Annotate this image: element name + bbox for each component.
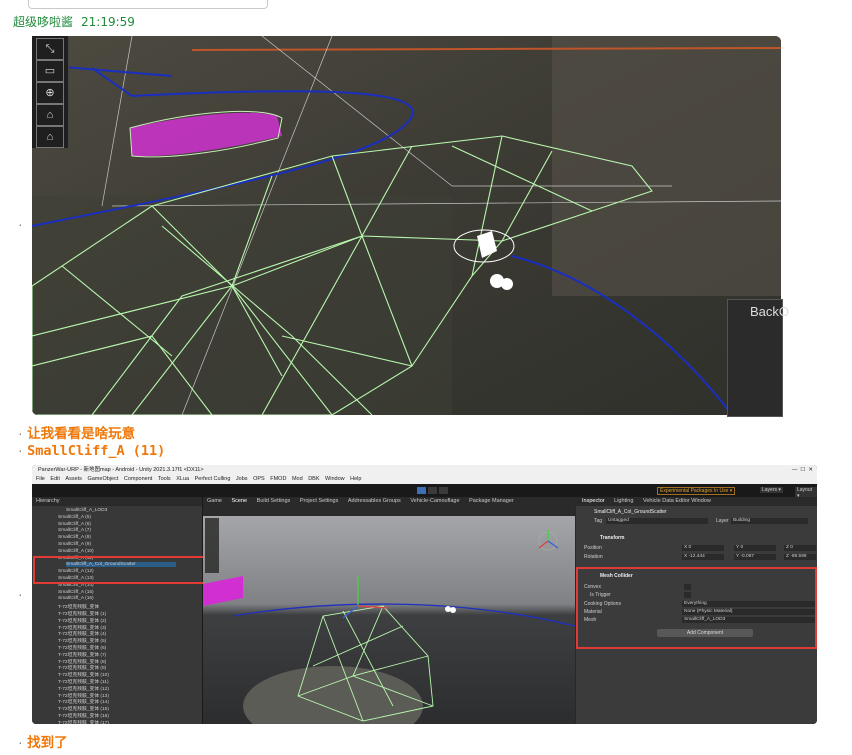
tab-vehicle-data-editor[interactable]: Vehicle Data Editor Window <box>643 498 711 504</box>
menu-tools[interactable]: Tools <box>158 476 171 482</box>
position-y-field[interactable]: Y 0 <box>734 545 776 551</box>
menu-xlua[interactable]: XLua <box>176 476 189 482</box>
experimental-packages-badge[interactable]: Experimental Packages In Use ▾ <box>657 487 736 495</box>
chat-message: · SmallCliff_A (11) <box>18 442 165 460</box>
menu-bar: File Edit Assets GameObject Component To… <box>32 475 817 484</box>
hierarchy-item[interactable]: SmallCliff_A (9) <box>58 542 91 547</box>
window-title-bar: PanzerWar-URP - 新地图map - Android - Unity… <box>32 465 817 475</box>
message-time: 21:19:59 <box>81 15 135 29</box>
rotation-x-field[interactable]: X -12.444 <box>682 554 724 560</box>
layer-label: Layer <box>716 518 729 524</box>
menu-perfect-culling[interactable]: Perfect Culling <box>195 476 231 482</box>
window-title: PanzerWar-URP - 新地图map - Android - Unity… <box>38 467 204 473</box>
tab-inspector[interactable]: Inspector <box>582 498 605 504</box>
window-controls-icon[interactable]: — ☐ ✕ <box>792 465 813 475</box>
rotation-label: Rotation <box>584 554 603 560</box>
hierarchy-item[interactable]: SmallCliff_A (5) <box>58 515 91 520</box>
object-name-field[interactable]: SmallCliff_A_Col_GroundScatter <box>594 509 667 515</box>
scene-view-panel[interactable]: Game Scene Build Settings Project Settin… <box>203 497 575 724</box>
list-bullet: · <box>18 442 23 458</box>
layer-dropdown[interactable]: Building <box>731 518 808 524</box>
message-header: 超级哆啦酱 21:19:59 <box>13 13 135 30</box>
highlight-box <box>33 556 217 584</box>
position-z-field[interactable]: Z 0 <box>784 545 816 551</box>
hierarchy-item[interactable]: SmallCliff_A_LOD3 <box>66 508 107 513</box>
tab-game[interactable]: Game <box>207 498 222 504</box>
transform-tool-icon[interactable]: ⊕ <box>36 82 64 104</box>
custom-tool-icon[interactable]: ⌂ <box>36 104 64 126</box>
hierarchy-item[interactable]: SmallCliff_A (16) <box>58 596 94 601</box>
menu-ops[interactable]: OPS <box>253 476 265 482</box>
message-text: SmallCliff_A (11) <box>27 443 166 459</box>
tag-dropdown[interactable]: Untagged <box>606 518 708 524</box>
menu-mod[interactable]: Mod <box>292 476 303 482</box>
menu-jobs[interactable]: Jobs <box>236 476 248 482</box>
menu-dbk[interactable]: DBK <box>308 476 319 482</box>
tab-project-settings[interactable]: Project Settings <box>300 498 339 504</box>
inspector-panel: Inspector Lighting Vehicle Data Editor W… <box>576 497 817 724</box>
scene-view-render <box>203 506 575 724</box>
tab-scene[interactable]: Scene <box>232 498 248 504</box>
tab-addressables[interactable]: Addressables Groups <box>348 498 401 504</box>
scale-tool-icon[interactable]: ⤡ <box>36 38 64 60</box>
overlay-panel[interactable]: BackO <box>727 299 790 417</box>
step-button[interactable] <box>439 487 448 494</box>
transform-header[interactable]: Transform <box>600 535 624 541</box>
unity-editor-screenshot-image[interactable]: PanzerWar-URP - 新地图map - Android - Unity… <box>32 465 817 724</box>
tab-vehicle-camouflage[interactable]: Vehicle-Camouflage <box>410 498 459 504</box>
position-x-field[interactable]: X 0 <box>682 545 724 551</box>
highlight-box <box>576 567 817 649</box>
list-bullet: · <box>18 425 23 441</box>
chat-message: · 找到了 <box>18 731 68 752</box>
scene-wireframe-render <box>32 36 781 415</box>
hierarchy-item[interactable]: SmallCliff_A (7) <box>58 528 91 533</box>
menu-help[interactable]: Help <box>350 476 361 482</box>
rect-tool-icon[interactable]: ▭ <box>36 60 64 82</box>
hierarchy-item[interactable]: T-72坦克残骸_变体 (17) <box>58 719 109 724</box>
menu-gameobject[interactable]: GameObject <box>87 476 118 482</box>
layers-dropdown[interactable]: Layers ▾ <box>760 487 783 493</box>
custom-tool-2-icon[interactable]: ⌂ <box>36 126 64 148</box>
tab-lighting[interactable]: Lighting <box>614 498 633 504</box>
rotation-z-field[interactable]: Z -89.598 <box>784 554 816 560</box>
tag-label: Tag <box>594 518 603 524</box>
list-bullet: · <box>18 586 23 602</box>
hierarchy-item[interactable]: SmallCliff_A (15) <box>58 590 94 595</box>
rotation-y-field[interactable]: Y -0.087 <box>734 554 776 560</box>
menu-edit[interactable]: Edit <box>50 476 59 482</box>
pause-button[interactable] <box>428 487 437 494</box>
position-label: Position <box>584 545 602 551</box>
main-toolbar: Experimental Packages In Use ▾ Layers ▾ … <box>32 484 817 499</box>
menu-file[interactable]: File <box>36 476 45 482</box>
previous-message-box <box>28 0 268 9</box>
tab-build-settings[interactable]: Build Settings <box>257 498 291 504</box>
menu-window[interactable]: Window <box>325 476 345 482</box>
scene-screenshot-image[interactable] <box>32 36 781 415</box>
list-bullet: · <box>18 216 23 232</box>
play-button[interactable] <box>417 487 426 494</box>
menu-assets[interactable]: Assets <box>65 476 82 482</box>
chat-message: · 让我看看是啥玩意 <box>18 422 135 443</box>
inspector-tab-bar: Inspector Lighting Vehicle Data Editor W… <box>576 497 817 506</box>
list-bullet: · <box>18 734 23 750</box>
message-text: 让我看看是啥玩意 <box>27 426 136 442</box>
scene-tools-palette: ⤡ ▭ ⊕ ⌂ ⌂ <box>32 36 69 148</box>
hierarchy-tab[interactable]: Hierarchy <box>32 497 202 506</box>
hierarchy-item[interactable]: SmallCliff_A (8) <box>58 535 91 540</box>
hierarchy-item[interactable]: SmallCliff_A (10) <box>58 549 94 554</box>
scene-tab-bar: Game Scene Build Settings Project Settin… <box>203 497 575 506</box>
hierarchy-item[interactable]: SmallCliff_A (6) <box>58 522 91 527</box>
overlay-panel-label: BackO <box>750 304 790 319</box>
hierarchy-panel: Hierarchy SmallCliff_A_LOD3 SmallCliff_A … <box>32 497 217 724</box>
message-text: 找到了 <box>27 735 68 751</box>
tab-package-manager[interactable]: Package Manager <box>469 498 514 504</box>
menu-component[interactable]: Component <box>124 476 152 482</box>
sender-name[interactable]: 超级哆啦酱 <box>13 15 73 29</box>
menu-fmod[interactable]: FMOD <box>270 476 286 482</box>
